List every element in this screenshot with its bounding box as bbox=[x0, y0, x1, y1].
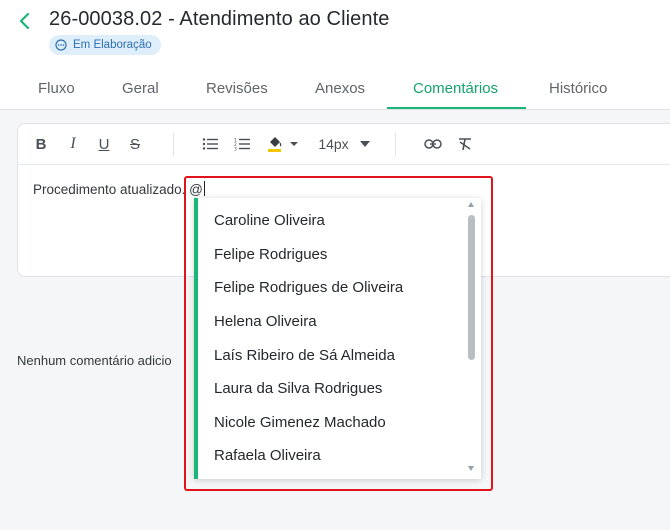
link-icon[interactable] bbox=[423, 132, 443, 156]
mention-option[interactable]: Nicole Gimenez Machado bbox=[214, 406, 403, 440]
mention-option[interactable]: Helena Oliveira bbox=[214, 305, 403, 339]
italic-button[interactable]: I bbox=[64, 132, 82, 156]
editor-toolbar: B I U S 123 14px bbox=[18, 124, 670, 165]
toolbar-divider bbox=[395, 133, 396, 156]
tab-historico[interactable]: Histórico bbox=[549, 80, 607, 97]
scroll-down-arrow-icon[interactable] bbox=[468, 466, 474, 471]
mention-option[interactable]: Felipe Rodrigues bbox=[214, 238, 403, 272]
status-badge-label: Em Elaboração bbox=[73, 39, 152, 51]
mention-option[interactable]: Laís Ribeiro de Sá Almeida bbox=[214, 338, 403, 372]
tab-fluxo[interactable]: Fluxo bbox=[38, 80, 75, 97]
text-caret bbox=[203, 181, 205, 196]
mention-option[interactable]: Caroline Oliveira bbox=[214, 204, 403, 238]
empty-comments-message: Nenhum comentário adicio bbox=[17, 353, 172, 368]
mention-option[interactable]: Rafaela Oliveira bbox=[214, 439, 403, 473]
mention-dropdown[interactable]: Caroline Oliveira Felipe Rodrigues Felipe … bbox=[194, 198, 481, 479]
mention-list: Caroline Oliveira Felipe Rodrigues Felipe … bbox=[214, 204, 403, 473]
page-title: 26-00038.02 - Atendimento ao Cliente bbox=[49, 8, 390, 30]
font-size-select[interactable]: 14px bbox=[318, 132, 370, 156]
tab-comentarios[interactable]: Comentários bbox=[413, 80, 498, 97]
clear-format-icon[interactable] bbox=[455, 132, 475, 156]
underline-button[interactable]: U bbox=[95, 132, 113, 156]
text-color-picker[interactable] bbox=[266, 132, 302, 156]
editor-content[interactable]: Procedimento atualizado. @ bbox=[33, 181, 205, 197]
status-dots-icon bbox=[55, 39, 67, 51]
back-chevron-icon[interactable] bbox=[15, 9, 35, 33]
tab-bar: Fluxo Geral Revisões Anexos Comentários … bbox=[0, 70, 670, 110]
font-size-value: 14px bbox=[318, 136, 349, 152]
chevron-down-icon bbox=[359, 141, 370, 147]
editor-text-value: Procedimento atualizado. @ bbox=[33, 182, 203, 197]
strikethrough-button[interactable]: S bbox=[126, 132, 144, 156]
bullet-list-icon[interactable] bbox=[200, 132, 220, 156]
toolbar-divider bbox=[173, 133, 174, 156]
svg-text:3: 3 bbox=[234, 147, 237, 152]
numbered-list-icon[interactable]: 123 bbox=[232, 132, 252, 156]
status-badge: Em Elaboração bbox=[49, 35, 161, 55]
dropdown-accent-bar bbox=[194, 198, 198, 479]
tab-anexos[interactable]: Anexos bbox=[315, 80, 365, 97]
tab-geral[interactable]: Geral bbox=[122, 80, 159, 97]
bold-button[interactable]: B bbox=[32, 132, 50, 156]
paint-bucket-icon bbox=[268, 137, 298, 152]
mention-option[interactable]: Laura da Silva Rodrigues bbox=[214, 372, 403, 406]
tab-revisoes[interactable]: Revisões bbox=[206, 80, 268, 97]
mention-option[interactable]: Felipe Rodrigues de Oliveira bbox=[214, 271, 403, 305]
scrollbar-thumb[interactable] bbox=[468, 215, 475, 360]
active-tab-indicator bbox=[387, 107, 526, 109]
scroll-up-arrow-icon[interactable] bbox=[468, 202, 474, 207]
